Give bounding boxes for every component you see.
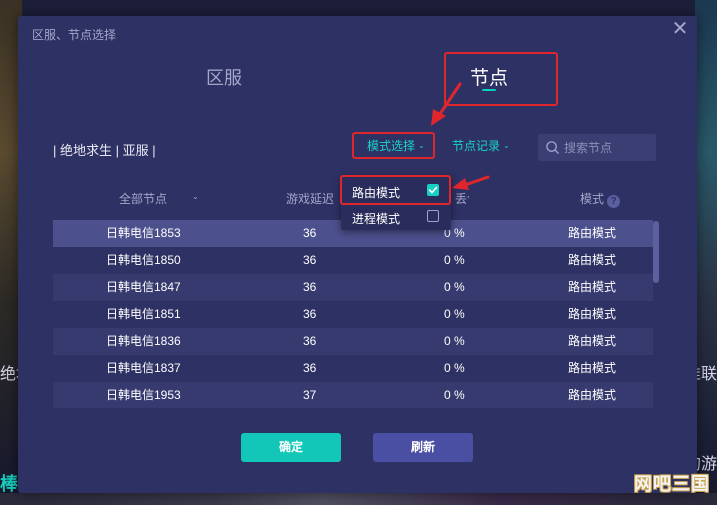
- table-row[interactable]: 日韩电信1953 37 0 % 路由模式: [53, 382, 653, 408]
- loss-cell: 0 %: [444, 280, 465, 294]
- table-row[interactable]: 日韩电信1851 36 0 % 路由模式: [53, 301, 653, 328]
- search-box[interactable]: [538, 134, 656, 161]
- mode-cell: 路由模式: [568, 334, 617, 348]
- dialog-title: 区服、节点选择: [32, 28, 117, 42]
- node-name-cell: 日韩电信1853: [106, 226, 181, 240]
- table-scrollbar[interactable]: [653, 221, 659, 283]
- loss-cell: 0 %: [444, 307, 465, 321]
- mode-dropdown-menu: 路由模式 进程模式: [341, 175, 451, 230]
- loss-cell: 0 %: [444, 388, 465, 402]
- mode-cell: 路由模式: [568, 361, 617, 375]
- search-input[interactable]: [564, 140, 654, 155]
- background-right-panel: [695, 0, 717, 505]
- mode-cell: 路由模式: [568, 307, 617, 321]
- node-name-cell: 日韩电信1836: [106, 334, 181, 348]
- loss-cell: 0 %: [444, 334, 465, 348]
- mode-cell: 路由模式: [568, 253, 617, 267]
- node-name-cell: 日韩电信1851: [106, 307, 181, 321]
- node-filter-chevron-icon[interactable]: ⌄: [192, 192, 199, 201]
- close-button[interactable]: ✕: [671, 18, 689, 40]
- loss-cell: 0 %: [444, 361, 465, 375]
- latency-cell: 36: [303, 361, 317, 375]
- menu-item-label: 路由模式: [352, 186, 401, 200]
- node-name-cell: 日韩电信1953: [106, 388, 181, 402]
- checkmark-icon: [428, 186, 438, 194]
- node-name-cell: 日韩电信1837: [106, 361, 181, 375]
- node-table: 日韩电信1853 36 0 % 路由模式 日韩电信1850 36 0 % 路由模…: [53, 220, 653, 408]
- mode-cell: 路由模式: [568, 226, 617, 240]
- close-icon: ✕: [671, 18, 689, 40]
- mode-select-dropdown[interactable]: 模式选择 ⌄: [367, 137, 425, 154]
- route-mode-checkbox[interactable]: [427, 184, 439, 196]
- latency-cell: 36: [303, 334, 317, 348]
- table-row[interactable]: 日韩电信1837 36 0 % 路由模式: [53, 355, 653, 382]
- tab-node[interactable]: 节点: [470, 63, 508, 90]
- node-name-cell: 日韩电信1847: [106, 280, 181, 294]
- mode-cell: 路由模式: [568, 388, 617, 402]
- tab-region[interactable]: 区服: [206, 64, 242, 90]
- refresh-button[interactable]: 刷新: [373, 433, 473, 462]
- active-tab-indicator: [482, 89, 496, 91]
- latency-cell: 36: [303, 280, 317, 294]
- latency-cell: 36: [303, 307, 317, 321]
- search-icon: [546, 141, 559, 154]
- process-mode-checkbox[interactable]: [427, 210, 439, 222]
- mode-select-label: 模式选择: [367, 139, 416, 153]
- background-right-text: 准联: [695, 366, 717, 383]
- node-name-cell: 日韩电信1850: [106, 253, 181, 267]
- column-header-latency: 游戏延迟: [286, 192, 335, 206]
- table-row[interactable]: 日韩电信1847 36 0 % 路由模式: [53, 274, 653, 301]
- latency-cell: 36: [303, 253, 317, 267]
- background-bottom-strip: [0, 493, 717, 505]
- loss-cell: 0 %: [444, 253, 465, 267]
- column-header-mode: 模式?: [580, 190, 621, 208]
- column-header-node[interactable]: 全部节点: [119, 190, 167, 207]
- watermark-logo: 网吧三国: [634, 474, 710, 494]
- chevron-down-icon: ⌄: [503, 141, 510, 150]
- menu-item-route-mode[interactable]: 路由模式: [341, 177, 451, 203]
- game-region-label: | 绝地求生 | 亚服 |: [53, 143, 156, 158]
- menu-item-process-mode[interactable]: 进程模式: [341, 203, 451, 229]
- node-selection-dialog: 区服、节点选择 ✕ 区服 节点 | 绝地求生 | 亚服 | 模式选择 ⌄ 节点记录…: [18, 16, 697, 493]
- node-history-label: 节点记录: [452, 139, 501, 153]
- table-row[interactable]: 日韩电信1836 36 0 % 路由模式: [53, 328, 653, 355]
- column-header-mode-label: 模式: [580, 192, 605, 206]
- menu-item-label: 进程模式: [352, 212, 401, 226]
- chevron-down-icon: ⌄: [418, 141, 425, 150]
- confirm-button[interactable]: 确定: [241, 433, 341, 462]
- mode-cell: 路由模式: [568, 280, 617, 294]
- column-header-loss: 丢包: [455, 192, 469, 206]
- node-history-dropdown[interactable]: 节点记录 ⌄: [452, 137, 510, 154]
- latency-cell: 37: [303, 388, 317, 402]
- help-icon[interactable]: ?: [607, 195, 621, 208]
- latency-cell: 36: [303, 226, 317, 240]
- table-row[interactable]: 日韩电信1850 36 0 % 路由模式: [53, 247, 653, 274]
